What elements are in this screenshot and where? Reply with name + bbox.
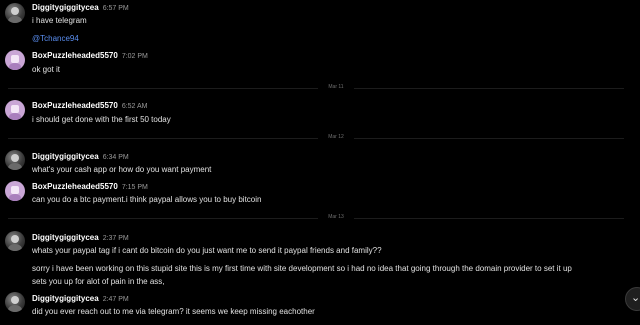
message-text: ok got it xyxy=(32,65,61,74)
username[interactable]: Diggitygiggitycea 2:47 PM xyxy=(32,294,129,303)
username[interactable]: BoxPuzzleheaded5570 6:52 AM xyxy=(32,101,148,110)
timestamp: 6:57 PM xyxy=(102,5,129,12)
message-text: what's your cash app or how do you want … xyxy=(32,165,212,174)
telegram-link[interactable]: @Tchance94 xyxy=(32,34,79,43)
username[interactable]: Diggitygiggitycea 2:37 PM xyxy=(32,233,129,242)
avatar[interactable] xyxy=(5,150,25,170)
timestamp: 2:47 PM xyxy=(102,296,129,303)
message-text: can you do a btc payment.i think paypal … xyxy=(32,195,262,204)
date-divider: Mar 13 xyxy=(8,214,624,220)
message-text: sets you up for alot of pain in the ass, xyxy=(32,277,165,286)
message-text: i should get done with the first 50 toda… xyxy=(32,115,171,124)
avatar[interactable] xyxy=(5,231,25,251)
username[interactable]: BoxPuzzleheaded5570 7:02 PM xyxy=(32,51,148,60)
timestamp: 7:02 PM xyxy=(121,53,148,60)
timestamp: 6:52 AM xyxy=(121,103,148,110)
timestamp: 7:15 PM xyxy=(121,184,148,191)
scroll-to-bottom-button[interactable]: ⌄ xyxy=(625,287,640,311)
date-label: Mar 11 xyxy=(318,84,354,90)
avatar[interactable] xyxy=(5,100,25,120)
date-label: Mar 12 xyxy=(318,134,354,140)
message-text: did you ever reach out to me via telegra… xyxy=(32,307,315,316)
avatar[interactable] xyxy=(5,3,25,23)
timestamp: 2:37 PM xyxy=(102,235,129,242)
avatar[interactable] xyxy=(5,292,25,312)
date-divider: Mar 11 xyxy=(8,84,624,90)
avatar[interactable] xyxy=(5,181,25,201)
username[interactable]: BoxPuzzleheaded5570 7:15 PM xyxy=(32,182,148,191)
message-text: sorry i have been working on this stupid… xyxy=(32,264,572,273)
message-text: whats your paypal tag if i cant do bitco… xyxy=(32,246,382,255)
username[interactable]: Diggitygiggitycea 6:57 PM xyxy=(32,3,129,12)
chevron-down-icon: ⌄ xyxy=(631,292,640,304)
date-divider: Mar 12 xyxy=(8,134,624,140)
date-label: Mar 13 xyxy=(318,214,354,220)
avatar[interactable] xyxy=(5,50,25,70)
message-text: i have telegram xyxy=(32,16,87,25)
username[interactable]: Diggitygiggitycea 6:34 PM xyxy=(32,152,129,161)
timestamp: 6:34 PM xyxy=(102,154,129,161)
